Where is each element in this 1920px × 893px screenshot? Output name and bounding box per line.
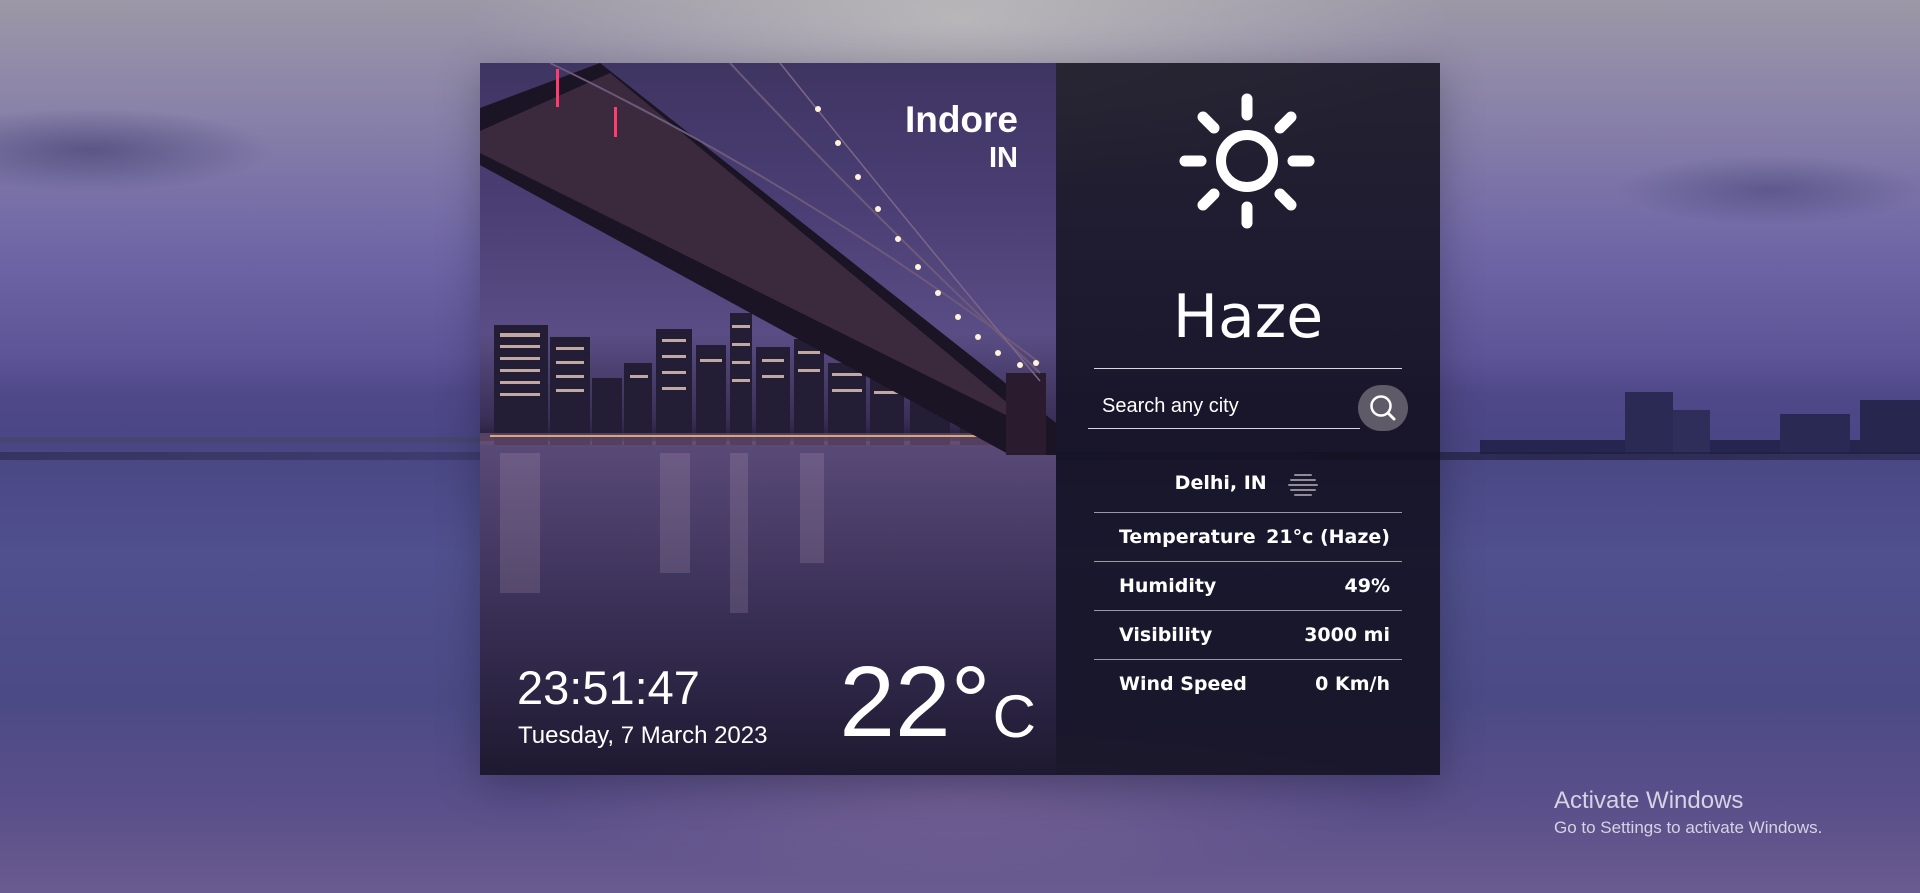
- temperature-unit: C: [992, 683, 1036, 750]
- sun-icon: [1179, 93, 1315, 229]
- background-skyline: [1480, 392, 1920, 454]
- detail-value: 0 Km/h: [1315, 673, 1390, 695]
- detail-label: Wind Speed: [1119, 673, 1247, 695]
- detail-label: Humidity: [1119, 575, 1217, 597]
- detail-row-wind-speed: Wind Speed 0 Km/h: [1094, 659, 1402, 708]
- windows-activation-watermark: Activate Windows Go to Settings to activ…: [1554, 786, 1822, 840]
- weather-details-list: Temperature 21°c (Haze) Humidity 49% Vis…: [1094, 512, 1402, 708]
- current-temperature: 22 ° C: [839, 647, 1036, 757]
- city-photo-panel: Indore IN 23:51:47 Tuesday, 7 March 2023…: [480, 63, 1056, 775]
- country-code: IN: [989, 142, 1018, 174]
- watermark-subtitle: Go to Settings to activate Windows.: [1554, 818, 1823, 837]
- divider: [1094, 368, 1402, 369]
- city-search-input[interactable]: [1088, 385, 1360, 429]
- detail-value: 21°c (Haze): [1266, 526, 1390, 548]
- haze-icon: [1288, 473, 1319, 496]
- detail-label: Temperature: [1119, 526, 1256, 548]
- watermark-title: Activate Windows: [1554, 787, 1744, 814]
- city-name: Indore: [904, 99, 1018, 140]
- detail-row-humidity: Humidity 49%: [1094, 561, 1402, 610]
- search-result-location: Delhi, IN: [1056, 468, 1440, 498]
- detail-value: 3000 mi: [1304, 624, 1390, 646]
- detail-label: Visibility: [1119, 624, 1213, 646]
- weather-condition: Haze: [1172, 282, 1324, 352]
- weather-card: Indore IN 23:51:47 Tuesday, 7 March 2023…: [480, 63, 1440, 775]
- background-pier: [0, 437, 480, 443]
- degree-symbol: °: [950, 646, 991, 758]
- current-time: 23:51:47: [517, 661, 700, 714]
- detail-row-visibility: Visibility 3000 mi: [1094, 610, 1402, 659]
- result-location-text: Delhi, IN: [1174, 472, 1267, 494]
- search-button[interactable]: [1358, 385, 1408, 431]
- weather-details-panel: Haze Delhi, IN Temperatur: [1056, 63, 1440, 775]
- detail-value: 49%: [1344, 575, 1390, 597]
- current-date: Tuesday, 7 March 2023: [518, 722, 768, 749]
- temperature-value: 22: [839, 646, 951, 758]
- city-label: Indore IN: [905, 99, 1018, 175]
- detail-row-temperature: Temperature 21°c (Haze): [1094, 512, 1402, 561]
- search-icon: [1370, 395, 1396, 421]
